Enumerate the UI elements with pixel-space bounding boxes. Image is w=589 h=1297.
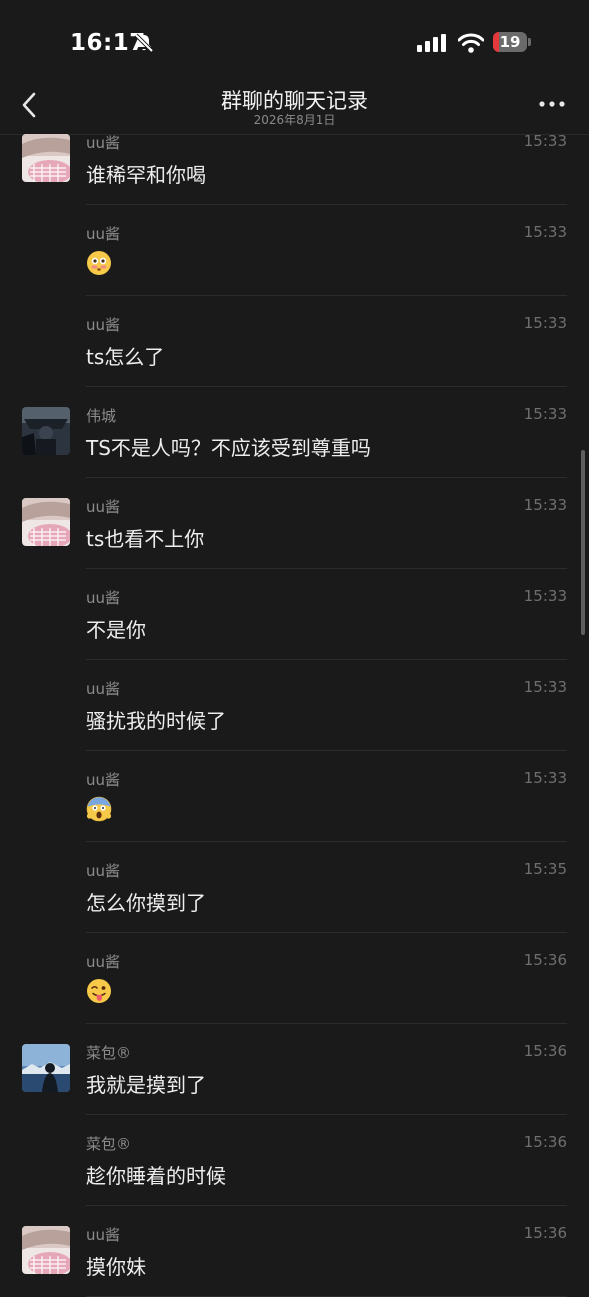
avatar[interactable]: [22, 498, 70, 546]
sender-name: uu酱: [86, 134, 121, 152]
sender-name: uu酱: [86, 225, 121, 243]
sender-name: uu酱: [86, 498, 121, 516]
avatar[interactable]: [22, 134, 70, 182]
message-text: 骚扰我的时候了: [86, 709, 226, 733]
message-text: 我就是摸到了: [86, 1073, 206, 1097]
message-time: 15:33: [523, 769, 567, 787]
avatar[interactable]: [22, 1044, 70, 1092]
bell-muted-icon: [134, 33, 154, 53]
avatar[interactable]: [22, 1226, 70, 1274]
message-row[interactable]: uu酱 15:33: [0, 205, 589, 296]
message-row[interactable]: uu酱 15:33 ts怎么了: [0, 296, 589, 387]
sender-name: uu酱: [86, 316, 121, 334]
message-row[interactable]: uu酱 15:33 谁稀罕和你喝: [0, 114, 589, 205]
message-row[interactable]: uu酱 15:33: [0, 751, 589, 842]
message-time: 15:36: [523, 1042, 567, 1060]
sender-name: uu酱: [86, 680, 121, 698]
message-time: 15:36: [523, 951, 567, 969]
avatar[interactable]: [22, 407, 70, 455]
status-bar: 16:17 19: [0, 0, 589, 80]
sender-name: 菜包®: [86, 1135, 132, 1153]
message-row[interactable]: 菜包® 15:36 趁你睡着的时候: [0, 1115, 589, 1206]
message-row[interactable]: uu酱 15:36 摸你妹: [0, 1206, 589, 1297]
message-row[interactable]: uu酱 15:36: [0, 933, 589, 1024]
message-time: 15:33: [523, 587, 567, 605]
screaming-face-emoji-icon: [86, 796, 112, 827]
battery-level: 19: [499, 33, 521, 51]
message-time: 15:36: [523, 1133, 567, 1151]
message-time: 15:33: [523, 678, 567, 696]
sender-name: uu酱: [86, 862, 121, 880]
message-row[interactable]: 菜包® 15:36 我就是摸到了: [0, 1024, 589, 1115]
sender-name: uu酱: [86, 1226, 121, 1244]
battery-icon: 19: [493, 32, 533, 54]
message-row[interactable]: 伟城 15:33 TS不是人吗？不应该受到尊重吗: [0, 387, 589, 478]
message-text: 趁你睡着的时候: [86, 1164, 226, 1188]
message-row[interactable]: uu酱 15:33 骚扰我的时候了: [0, 660, 589, 751]
message-time: 15:36: [523, 1224, 567, 1242]
sender-name: 伟城: [86, 407, 117, 425]
cellular-signal-icon: [417, 34, 446, 52]
message-text: ts也看不上你: [86, 527, 205, 551]
message-time: 15:33: [523, 132, 567, 150]
message-time: 15:33: [523, 405, 567, 423]
wifi-icon: [458, 33, 484, 53]
more-options-icon[interactable]: [539, 100, 565, 108]
message-text: 谁稀罕和你喝: [86, 163, 206, 187]
message-text: 摸你妹: [86, 1255, 146, 1279]
message-time: 15:33: [523, 223, 567, 241]
message-time: 15:33: [523, 314, 567, 332]
winking-tongue-face-emoji-icon: [86, 978, 112, 1009]
message-text: 不是你: [86, 618, 146, 642]
message-row[interactable]: uu酱 15:33 ts也看不上你: [0, 478, 589, 569]
message-row[interactable]: uu酱 15:35 怎么你摸到了: [0, 842, 589, 933]
message-text: ts怎么了: [86, 345, 165, 369]
message-time: 15:35: [523, 860, 567, 878]
sender-name: uu酱: [86, 589, 121, 607]
message-row[interactable]: uu酱 15:33 不是你: [0, 569, 589, 660]
sender-name: uu酱: [86, 771, 121, 789]
message-text: TS不是人吗？不应该受到尊重吗: [86, 436, 371, 460]
message-text: 怎么你摸到了: [86, 891, 206, 915]
message-time: 15:33: [523, 496, 567, 514]
flushed-face-emoji-icon: [86, 250, 112, 281]
chat-history-list[interactable]: uu酱 15:33 谁稀罕和你喝 uu酱 15:33 uu酱 15:33 ts怎么了伟城 15:…: [0, 114, 589, 1297]
sender-name: 菜包®: [86, 1044, 132, 1062]
scrollbar[interactable]: [581, 450, 585, 635]
sender-name: uu酱: [86, 953, 121, 971]
